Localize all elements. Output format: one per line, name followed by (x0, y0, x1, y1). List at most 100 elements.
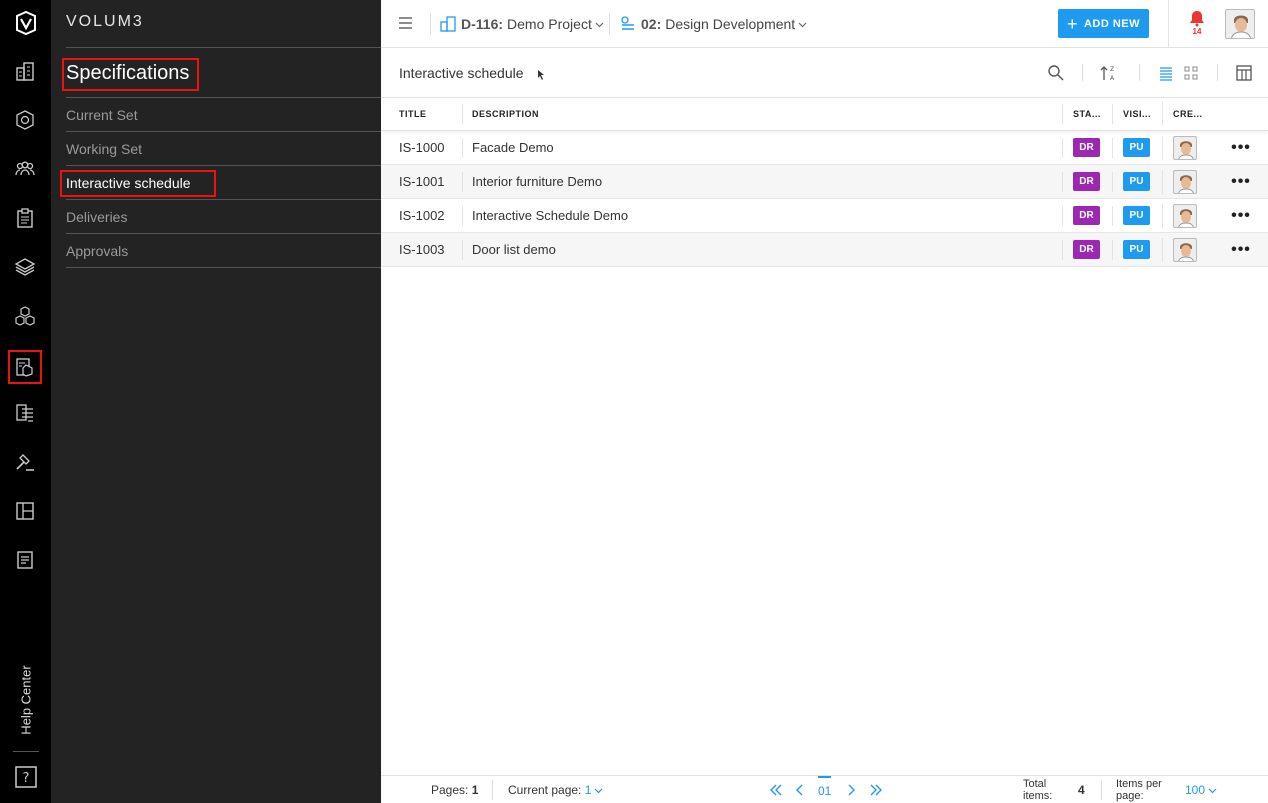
notification-count: 14 (1192, 27, 1202, 36)
help-center-label: Help Center (18, 665, 34, 735)
building-icon (440, 16, 456, 32)
buildings-icon[interactable] (12, 58, 38, 84)
status-badge: DR (1073, 172, 1100, 191)
pages-label: Pages: (431, 783, 469, 797)
total-label-line-1: Total (1023, 778, 1047, 790)
documents-tree-icon[interactable] (12, 400, 38, 426)
phase-code: 02: (641, 16, 662, 32)
mouse-cursor-icon (538, 70, 544, 80)
column-header-visibility[interactable]: VISI... (1112, 104, 1162, 124)
layers-icon[interactable] (12, 254, 38, 280)
status-badge: DR (1073, 240, 1100, 259)
brand-name: VOLUM3 (66, 13, 144, 30)
project-code: D-116: (461, 16, 504, 32)
visibility-badge: PU (1123, 138, 1150, 157)
row-description: Door list demo (462, 239, 1062, 260)
items-per-page-value: 100 (1185, 783, 1206, 797)
next-page-icon[interactable] (847, 776, 856, 803)
more-options-icon[interactable]: ••• (1231, 139, 1251, 156)
clipboard-icon[interactable] (12, 205, 38, 231)
svg-text:?: ? (23, 771, 30, 786)
help-book-icon[interactable]: ? (13, 765, 39, 789)
cubes-icon[interactable] (12, 303, 38, 329)
pagination-bar: Pages: 1 Current page: 1 01 Total items:… (381, 775, 1268, 803)
table-row[interactable]: IS-1003 Door list demo DR PU ••• (381, 233, 1268, 267)
bell-icon[interactable] (1188, 9, 1206, 27)
table-row[interactable]: IS-1000 Facade Demo DR PU ••• (381, 131, 1268, 165)
column-header-creator[interactable]: CRE... (1162, 102, 1214, 126)
topbar-divider (1168, 0, 1169, 48)
grid-view-icon[interactable] (1182, 64, 1200, 82)
creator-avatar (1173, 169, 1197, 194)
table-row[interactable]: IS-1001 Interior furniture Demo DR PU ••… (381, 165, 1268, 199)
row-title: IS-1003 (399, 242, 445, 257)
project-selector[interactable]: D-116: Demo Project (439, 0, 604, 48)
sidebar: VOLUM3 Specifications Current Set Workin… (51, 0, 381, 803)
pages-count: Pages: 1 (431, 776, 478, 803)
toolbar-divider (1217, 64, 1218, 81)
per-page-label-line-2: page: (1116, 790, 1144, 802)
phase-name: Design Development (665, 16, 796, 32)
toolbar-divider (1139, 64, 1140, 81)
rail-divider (13, 751, 39, 752)
sort-az-icon[interactable]: ZA (1100, 64, 1118, 82)
svg-text:Z: Z (1110, 66, 1114, 73)
previous-page-icon[interactable] (795, 776, 804, 803)
chevron-down-icon (594, 788, 603, 793)
add-new-label: ADD NEW (1083, 17, 1141, 30)
project-name: Demo Project (507, 16, 592, 32)
sidebar-item-deliveries[interactable]: Deliveries (66, 200, 381, 234)
column-header-description[interactable]: DESCRIPTION (462, 104, 1062, 124)
last-page-icon[interactable] (869, 776, 883, 803)
current-page-selector[interactable]: Current page: 1 (508, 776, 603, 803)
sidebar-title: Specifications (66, 62, 190, 84)
first-page-icon[interactable] (769, 776, 783, 803)
sidebar-item-current-set[interactable]: Current Set (66, 98, 381, 132)
footer-divider (1101, 780, 1102, 800)
creator-avatar (1173, 237, 1197, 262)
row-description: Facade Demo (462, 137, 1062, 158)
row-title: IS-1001 (399, 174, 445, 189)
sidebar-item-working-set[interactable]: Working Set (66, 132, 381, 166)
chevron-down-icon (1208, 788, 1217, 793)
team-icon[interactable] (12, 156, 38, 182)
hamburger-menu-icon[interactable] (397, 15, 415, 31)
content-toolbar: Interactive schedule ZA (381, 48, 1268, 98)
row-title: IS-1002 (399, 208, 445, 223)
report-icon[interactable] (12, 547, 38, 573)
list-view-icon[interactable] (1157, 64, 1175, 82)
column-header-status[interactable]: STA... (1062, 104, 1112, 124)
search-icon[interactable] (1047, 64, 1065, 82)
more-options-icon[interactable]: ••• (1231, 241, 1251, 258)
columns-icon[interactable] (1235, 64, 1253, 82)
more-options-icon[interactable]: ••• (1231, 207, 1251, 224)
total-items-label: Total items: (1023, 776, 1052, 803)
row-description: Interior furniture Demo (462, 171, 1062, 192)
chevron-down-icon (595, 22, 604, 27)
topbar-divider (430, 13, 431, 35)
row-description: Interactive Schedule Demo (462, 205, 1062, 226)
sidebar-item-approvals[interactable]: Approvals (66, 234, 381, 268)
icon-rail: Help Center ? (0, 0, 51, 803)
gavel-icon[interactable] (12, 449, 38, 475)
row-title: IS-1000 (399, 140, 445, 155)
user-avatar[interactable] (1225, 9, 1255, 39)
svg-text:A: A (1110, 75, 1115, 82)
creator-avatar (1173, 203, 1197, 228)
creator-avatar (1173, 135, 1197, 160)
layout-icon[interactable] (12, 498, 38, 524)
settings-gear-icon[interactable] (12, 107, 38, 133)
help-center-link[interactable]: Help Center (4, 656, 48, 744)
more-options-icon[interactable]: ••• (1231, 173, 1251, 190)
total-label-line-2: items: (1023, 790, 1053, 802)
table-row[interactable]: IS-1002 Interactive Schedule Demo DR PU … (381, 199, 1268, 233)
phase-selector[interactable]: 02: Design Development (619, 0, 807, 48)
add-new-button[interactable]: + ADD NEW (1058, 9, 1149, 38)
column-header-title[interactable]: TITLE (381, 109, 462, 119)
status-badge: DR (1073, 138, 1100, 157)
page-number-button[interactable]: 01 (818, 776, 832, 803)
specifications-icon[interactable] (8, 350, 42, 384)
items-per-page-selector[interactable]: 100 (1185, 776, 1217, 803)
logo-icon[interactable] (13, 10, 39, 36)
sidebar-divider (66, 47, 381, 48)
